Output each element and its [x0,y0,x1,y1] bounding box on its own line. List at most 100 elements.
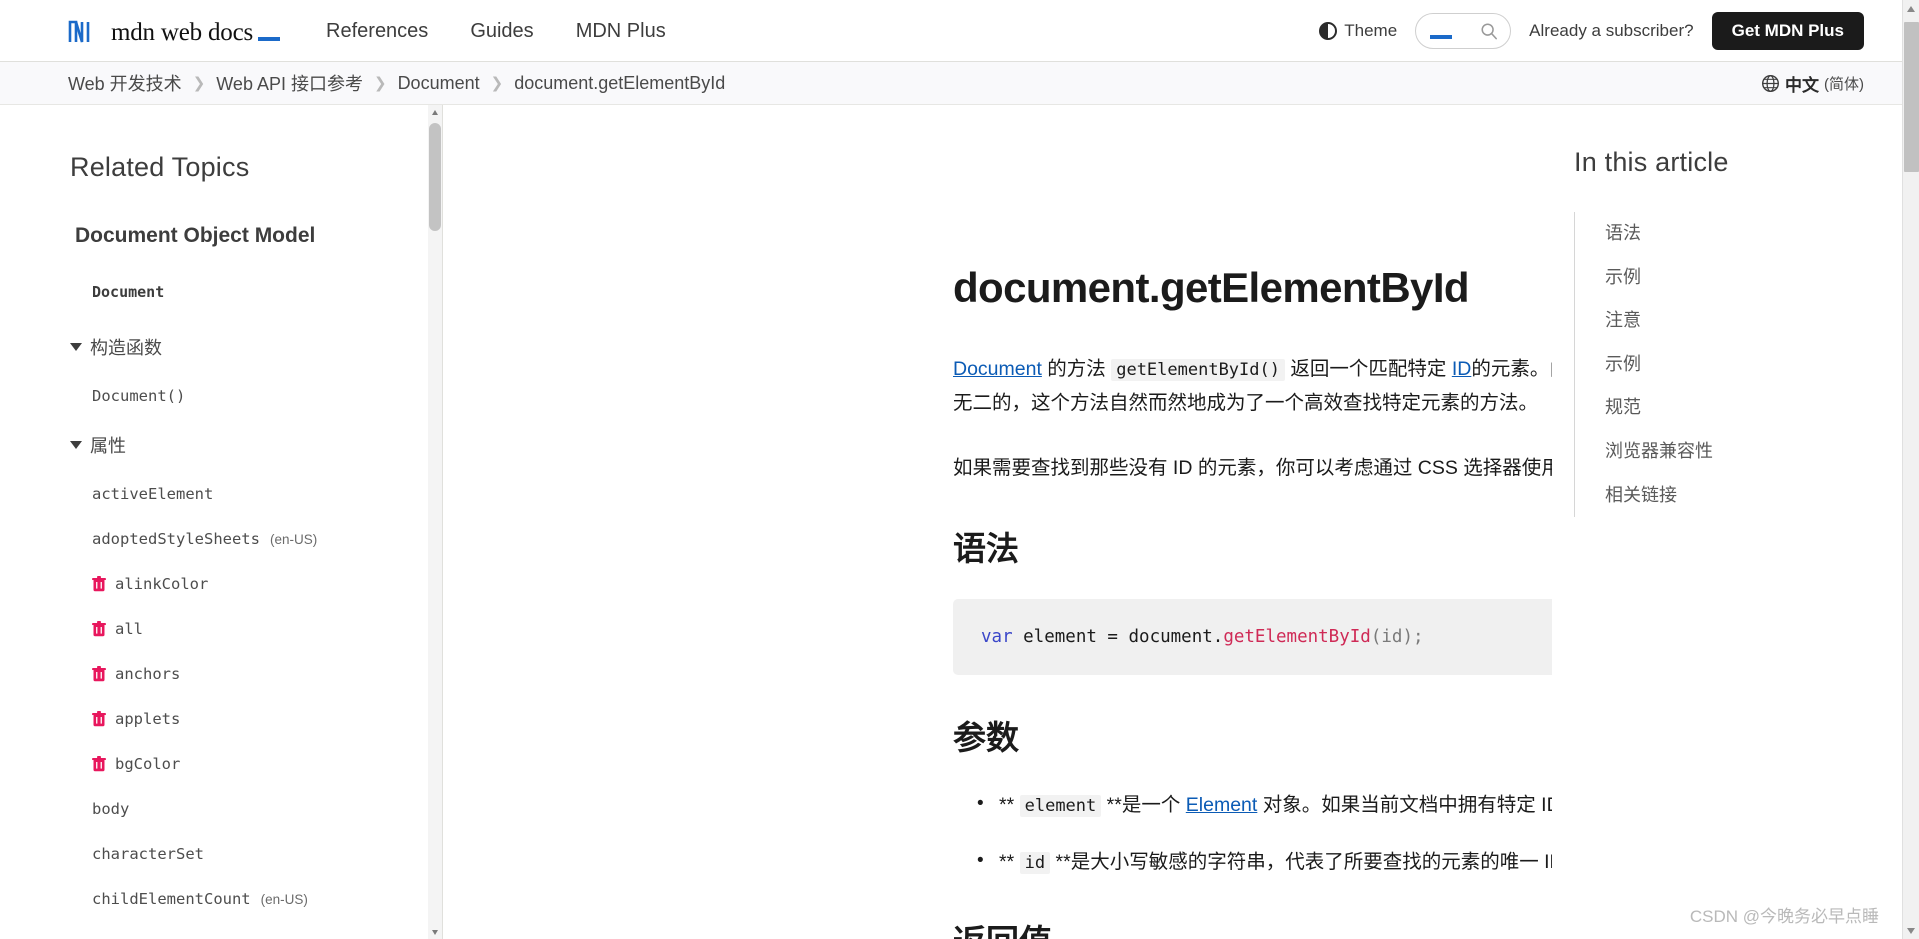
already-subscriber-link[interactable]: Already a subscriber? [1529,21,1693,41]
header-actions: Theme Already a subscriber? Get MDN Plus [1319,11,1864,50]
link-document[interactable]: Document [953,358,1042,380]
sidebar-item-applets[interactable]: applets [92,710,442,728]
list-item: ** id **是大小写敏感的字符串，代表了所要查找的元素的唯一 ID. [977,845,1553,879]
list-item: 示例 [1575,256,1902,300]
breadcrumb-separator: ❯ [490,75,504,92]
sidebar-group-title: Document Object Model [75,224,316,247]
mdn-logo[interactable]: mdn web docs [68,18,281,46]
sidebar-item-activeelement[interactable]: activeElement [92,485,442,503]
nav-item-mdn-plus[interactable]: MDN Plus [576,21,666,41]
param-0-mid: **是一个 [1101,793,1186,816]
globe-icon [1761,74,1780,92]
get-mdn-plus-button[interactable]: Get MDN Plus [1711,11,1864,50]
toc-item-related-links[interactable]: 相关链接 [1575,474,1902,518]
breadcrumb-item-0[interactable]: Web 开发技术 [68,70,182,96]
article-main: document.getElementById Document 的方法 get… [443,105,1552,939]
list-item: 语法 [1575,212,1902,256]
breadcrumb-item-2[interactable]: Document [398,73,480,94]
sidebar-item-document-ctor[interactable]: Document() [92,387,442,405]
breadcrumb-item-1[interactable]: Web API 接口参考 [216,70,363,96]
sidebar-item-bgcolor[interactable]: bgColor [92,755,442,773]
sidebar-item-label: applets [115,710,181,728]
sidebar-current-page: Document [92,283,165,301]
sidebar-item-label: characterSet [92,845,204,863]
list-item: 相关链接 [1575,474,1902,518]
toc-title: In this article [1574,147,1729,177]
sidebar-item-locale-suffix: (en-US) [269,531,318,547]
list-item: 浏览器兼容性 [1575,430,1902,474]
sidebar-scrollbar[interactable] [428,105,442,939]
sidebar-section-label: 属性 [90,436,126,456]
sidebar-item-label: childElementCount [92,890,251,908]
mdn-logo-mark [68,20,90,42]
link-element[interactable]: Element [1186,794,1258,816]
breadcrumb: Web 开发技术 ❯ Web API 接口参考 ❯ Document ❯ doc… [68,70,725,96]
theme-label: Theme [1344,20,1398,40]
sidebar-item-label: anchors [115,665,181,683]
sidebar-item-alinkcolor[interactable]: alinkColor [92,575,442,593]
nav-item-guides[interactable]: Guides [470,21,533,41]
list-item: 示例 [1575,343,1902,387]
scroll-up-arrow-icon[interactable] [428,105,442,119]
deprecated-trash-icon [92,621,106,637]
parameter-list: ** element **是一个 Element 对象。如果当前文档中拥有特定 … [953,788,1553,879]
article-body: Document 的方法 getElementById() 返回一个匹配特定 I… [953,353,1552,939]
sidebar-scrollbar-thumb[interactable] [429,123,441,231]
deprecated-trash-icon [92,711,106,727]
deprecated-trash-icon [92,756,106,772]
toc-item-example-2[interactable]: 示例 [1575,343,1902,387]
intro-paragraph: Document 的方法 getElementById() 返回一个匹配特定 I… [953,353,1552,420]
sidebar-item-label: bgColor [115,755,181,773]
list-item: ** element **是一个 Element 对象。如果当前文档中拥有特定 … [977,788,1552,822]
sidebar-item-anchors[interactable]: anchors [92,665,442,683]
deprecated-trash-icon [92,576,106,592]
toc-item-example-1[interactable]: 示例 [1575,256,1902,300]
link-id[interactable]: ID [1452,358,1472,380]
sidebar: Related Topics Document Object Model Doc… [0,105,443,939]
sidebar-item-adoptedstylesheets[interactable]: adoptedStyleSheets (en-US) [92,530,442,548]
theme-switcher-button[interactable]: Theme [1319,21,1397,41]
param-1-mid: **是大小写敏感的字符串，代表了所要查找的元素的唯一 ID. [1050,850,1553,873]
scroll-down-arrow-icon[interactable] [1903,922,1919,939]
param-0-pre: ** [999,793,1020,816]
browser-scrollbar-thumb[interactable] [1904,22,1919,172]
breadcrumb-item-current: document.getElementById [514,72,726,93]
language-selector[interactable]: 中文 (简体) [1761,71,1864,96]
toc-item-browser-compat[interactable]: 浏览器兼容性 [1575,430,1902,474]
sidebar-item-body[interactable]: body [92,800,442,818]
heading-syntax: 语法 [953,529,1019,567]
code-content: var element = document.getElementById(id… [981,625,1552,650]
scroll-down-arrow-icon[interactable] [428,925,442,939]
page-title: document.getElementById [953,264,1470,311]
code-arguments: (id) [1370,626,1413,647]
sidebar-item-characterset[interactable]: characterSet [92,845,442,863]
sidebar-item-label: body [92,800,130,818]
chevron-down-icon [70,343,82,351]
nav-item-references[interactable]: References [326,21,428,41]
language-name: 中文 [1785,75,1819,95]
mdn-logo-text: mdn web docs [111,18,254,46]
sidebar-section-constructor[interactable]: 构造函数 [70,334,442,360]
param-1-pre: ** [999,850,1020,873]
search-icon [1481,22,1498,39]
page-body: Related Topics Document Object Model Doc… [0,105,1902,939]
sidebar-item-label: activeElement [92,485,214,503]
sidebar-content: Related Topics Document Object Model Doc… [0,105,442,908]
sidebar-item-label: adoptedStyleSheets [92,530,260,548]
chevron-down-icon [70,441,82,449]
browser-scrollbar[interactable] [1902,0,1919,939]
toc-item-syntax[interactable]: 语法 [1575,212,1902,256]
toc-item-notes[interactable]: 注意 [1575,299,1902,343]
sidebar-item-childelementcount[interactable]: childElementCount (en-US) [92,890,442,908]
site-header: mdn web docs References Guides MDN Plus … [0,0,1902,62]
sidebar-item-locale-suffix: (en-US) [260,891,308,907]
watermark: CSDN @今晚务必早点睡 [1689,907,1879,926]
search-input[interactable] [1415,12,1512,49]
sidebar-item-all[interactable]: all [92,620,442,638]
sidebar-item-label: alinkColor [115,575,209,593]
intro-text-2: 返回一个匹配特定 [1284,358,1452,380]
heading-return-value: 返回值 [953,921,1552,939]
scroll-up-arrow-icon[interactable] [1903,0,1919,17]
toc-item-specifications[interactable]: 规范 [1575,386,1902,430]
sidebar-section-properties[interactable]: 属性 [70,432,442,458]
